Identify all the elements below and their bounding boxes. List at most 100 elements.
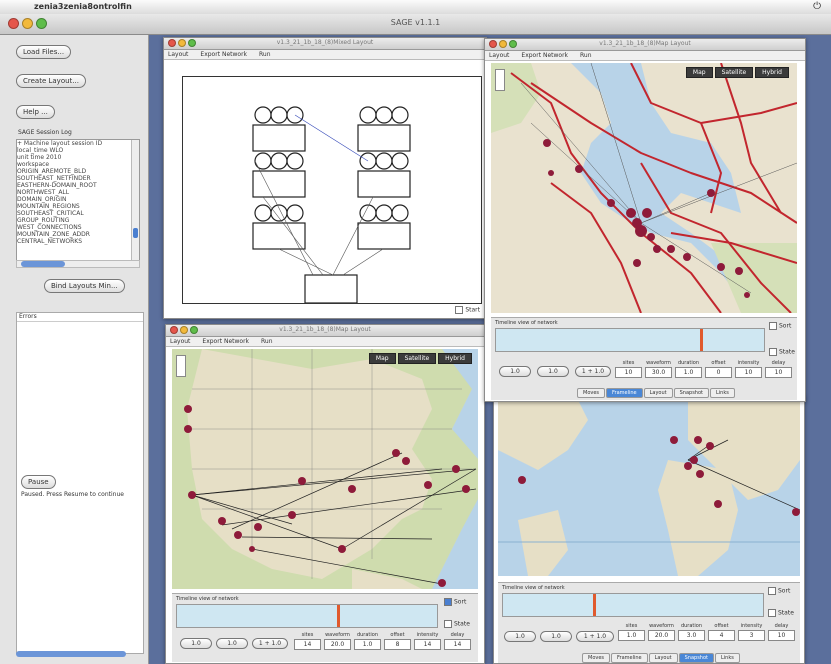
param-field[interactable]: delay 10	[768, 623, 795, 641]
satellite-button[interactable]: Satellite	[397, 353, 437, 364]
step-button[interactable]: 1.0	[540, 631, 572, 642]
param-field[interactable]: duration 3.0	[678, 623, 705, 641]
load-files-button[interactable]: Load Files...	[16, 45, 72, 59]
horizontal-scrollbar[interactable]	[16, 260, 140, 268]
tab[interactable]: Links	[715, 653, 740, 663]
param-value[interactable]: 3.0	[678, 630, 705, 641]
map-button[interactable]: Map	[368, 353, 396, 364]
satellite-button[interactable]: Satellite	[714, 67, 754, 78]
hybrid-button[interactable]: Hybrid	[755, 67, 789, 78]
param-value[interactable]: 10	[765, 367, 792, 378]
param-value[interactable]: 1.0	[354, 639, 381, 650]
step-back-button[interactable]: 1.0	[180, 638, 212, 649]
param-value[interactable]: 14	[444, 639, 471, 650]
step-forward-button[interactable]: 1 + 1.0	[252, 638, 288, 649]
param-field[interactable]: waveform 20.0	[324, 632, 351, 650]
timeline-cursor[interactable]	[337, 605, 340, 627]
tree-scrollbar[interactable]	[131, 140, 139, 260]
tab[interactable]: Snapshot	[678, 653, 714, 663]
param-field[interactable]: sites 14	[294, 632, 321, 650]
tree-item[interactable]: unit time 2010	[17, 154, 139, 161]
param-field[interactable]: waveform 20.0	[648, 623, 675, 641]
step-button[interactable]: 1.0	[216, 638, 248, 649]
param-field[interactable]: delay 14	[444, 632, 471, 650]
scroll-thumb[interactable]	[133, 228, 138, 238]
step-back-button[interactable]: 1.0	[504, 631, 536, 642]
timeline[interactable]	[176, 604, 438, 628]
param-value[interactable]: 20.0	[324, 639, 351, 650]
sort-checkbox[interactable]: Sort	[444, 598, 466, 606]
tree-item[interactable]: local_time WLO	[17, 147, 139, 154]
param-value[interactable]: 14	[294, 639, 321, 650]
menu-layout[interactable]: Layout	[170, 338, 190, 345]
zoom-control[interactable]	[176, 355, 186, 377]
menu-run[interactable]: Run	[261, 338, 273, 345]
tree-item[interactable]: + Machine layout session ID	[17, 140, 139, 147]
param-field[interactable]: intensity 14	[414, 632, 441, 650]
timeline-cursor[interactable]	[593, 594, 596, 616]
tree-item[interactable]: workspace	[17, 161, 139, 168]
timeline[interactable]	[502, 593, 764, 617]
param-field[interactable]: sites 1.0	[618, 623, 645, 641]
tree-item[interactable]: SOUTHEAST_NETFINDER	[17, 175, 139, 182]
us-map[interactable]: Map Satellite Hybrid	[172, 349, 478, 589]
param-field[interactable]: duration 1.0	[675, 360, 702, 378]
step-forward-button[interactable]: 1 + 1.0	[576, 631, 614, 642]
param-field[interactable]: waveform 30.0	[645, 360, 672, 378]
timeline[interactable]	[495, 328, 765, 352]
param-value[interactable]: 14	[414, 639, 441, 650]
param-value[interactable]: 10	[768, 630, 795, 641]
world-map[interactable]	[498, 400, 800, 576]
param-value[interactable]: 10	[615, 367, 642, 378]
sort-checkbox[interactable]: Sort	[769, 322, 791, 330]
param-value[interactable]: 4	[708, 630, 735, 641]
tree-item[interactable]: CENTRAL_NETWORKS	[17, 238, 139, 245]
tab[interactable]: Layout	[643, 388, 673, 398]
param-value[interactable]: 1.0	[675, 367, 702, 378]
param-field[interactable]: delay 10	[765, 360, 792, 378]
menu-export[interactable]: Export Network	[521, 52, 568, 59]
param-field[interactable]: offset 8	[384, 632, 411, 650]
menu-layout[interactable]: Layout	[489, 52, 509, 59]
sort-checkbox[interactable]: Sort	[768, 587, 790, 595]
create-layout-button[interactable]: Create Layout...	[16, 74, 86, 88]
param-value[interactable]: 8	[384, 639, 411, 650]
menu-export[interactable]: Export Network	[200, 51, 247, 58]
map-button[interactable]: Map	[685, 67, 713, 78]
state-checkbox[interactable]: State	[444, 620, 470, 628]
start-checkbox[interactable]: Start	[455, 306, 480, 314]
tree-item[interactable]: NORTHWEST_ALL	[17, 189, 139, 196]
step-forward-button[interactable]: 1 + 1.0	[575, 366, 611, 377]
param-value[interactable]: 1.0	[618, 630, 645, 641]
app-name[interactable]: zenia3zenia8ontrolfin	[34, 2, 132, 11]
menu-run[interactable]: Run	[580, 52, 592, 59]
param-value[interactable]: 30.0	[645, 367, 672, 378]
menu-run[interactable]: Run	[259, 51, 271, 58]
tree-item[interactable]: SOUTHEAST_CRITICAL	[17, 210, 139, 217]
param-field[interactable]: offset 4	[708, 623, 735, 641]
menu-layout[interactable]: Layout	[168, 51, 188, 58]
tab[interactable]: Frameline	[606, 388, 643, 398]
tree-item[interactable]: MOUNTAIN_REGIONS	[17, 203, 139, 210]
sf-map[interactable]: Map Satellite Hybrid	[491, 63, 797, 313]
help-button[interactable]: Help ...	[16, 105, 55, 119]
tab[interactable]: Moves	[582, 653, 611, 663]
param-field[interactable]: duration 1.0	[354, 632, 381, 650]
param-field[interactable]: sites 10	[615, 360, 642, 378]
tree-item[interactable]: DOMAIN_ORIGIN	[17, 196, 139, 203]
step-button[interactable]: 1.0	[537, 366, 569, 377]
tree-item[interactable]: ORIGIN_AREMOTE_BLD	[17, 168, 139, 175]
tab[interactable]: Moves	[577, 388, 606, 398]
pause-button[interactable]: Pause	[21, 475, 56, 489]
zoom-control[interactable]	[495, 69, 505, 91]
session-tree[interactable]: + Machine layout session ID local_time W…	[16, 139, 140, 261]
state-checkbox[interactable]: State	[769, 348, 795, 356]
param-field[interactable]: offset 0	[705, 360, 732, 378]
scroll-thumb[interactable]	[21, 261, 65, 267]
tree-item[interactable]: WEST_CONNECTIONS	[17, 224, 139, 231]
tab[interactable]: Frameline	[611, 653, 648, 663]
param-field[interactable]: intensity 3	[738, 623, 765, 641]
hybrid-button[interactable]: Hybrid	[438, 353, 472, 364]
tree-item[interactable]: EASTHERN-DOMAIN_ROOT	[17, 182, 139, 189]
param-value[interactable]: 3	[738, 630, 765, 641]
